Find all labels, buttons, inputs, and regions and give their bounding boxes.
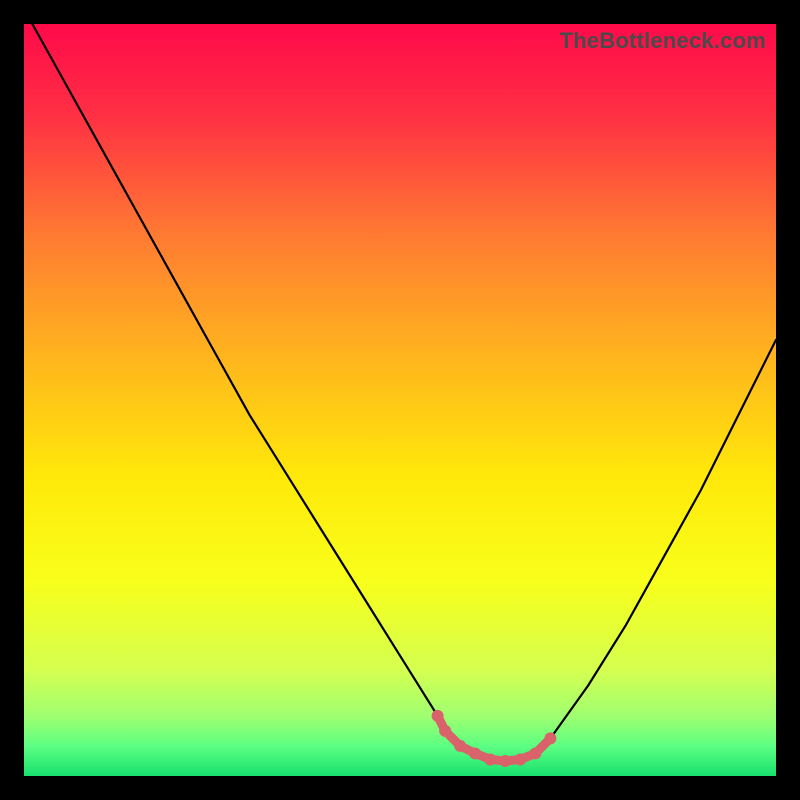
series-floor_highlight-dot [454, 740, 466, 752]
series-floor_highlight-dot [469, 747, 481, 759]
series-floor_highlight-dot [432, 710, 444, 722]
series-curve [24, 24, 776, 761]
series-floor_highlight-dot [529, 747, 541, 759]
series-floor_highlight-dot [514, 753, 526, 765]
series-floor_highlight-dot [544, 732, 556, 744]
series-floor_highlight-dot [484, 753, 496, 765]
plot-area: TheBottleneck.com [24, 24, 776, 776]
chart-lines [24, 24, 776, 776]
series-floor_highlight-dot [499, 755, 511, 767]
chart-frame: TheBottleneck.com [0, 0, 800, 800]
watermark-text: TheBottleneck.com [560, 28, 766, 54]
series-floor_highlight-dot [439, 725, 451, 737]
